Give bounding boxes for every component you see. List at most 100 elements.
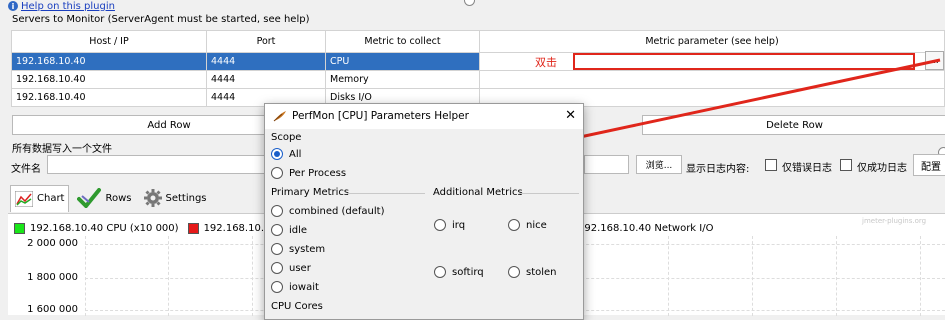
dialog-titlebar: PerfMon [CPU] Parameters Helper bbox=[273, 110, 469, 122]
column-header-parameter[interactable]: Metric parameter (see help) bbox=[479, 30, 945, 53]
additional-metric-label: softirq bbox=[452, 266, 484, 278]
cell-port[interactable]: 4444 bbox=[206, 70, 326, 89]
annotation-arrow bbox=[540, 58, 941, 149]
gridline bbox=[85, 236, 86, 316]
primary-metric-radio[interactable]: idle bbox=[271, 224, 307, 236]
column-header-port[interactable]: Port bbox=[206, 30, 326, 53]
tab-settings[interactable]: Settings bbox=[140, 187, 211, 209]
errors-only-checkbox[interactable] bbox=[765, 159, 777, 171]
chart-legend: 192.168.10.40 CPU (x10 000) 192.168.10.4… bbox=[14, 223, 296, 234]
tab-rows-label: Rows bbox=[105, 192, 132, 204]
y-tick-label: 1 800 000 bbox=[27, 272, 78, 283]
radio-icon bbox=[271, 281, 283, 293]
tab-settings-label: Settings bbox=[165, 192, 207, 204]
radio-icon bbox=[271, 262, 283, 274]
splitter-handle-top[interactable] bbox=[464, 0, 475, 6]
browse-button[interactable]: 浏览... bbox=[636, 155, 682, 174]
gridline bbox=[668, 236, 669, 316]
dialog-title: PerfMon [CPU] Parameters Helper bbox=[292, 110, 469, 122]
gridline bbox=[252, 236, 253, 316]
gridline bbox=[752, 236, 753, 316]
scope-all-label: All bbox=[289, 148, 302, 160]
scope-per-process-label: Per Process bbox=[289, 167, 347, 179]
view-tabs: Chart Rows Settings bbox=[10, 184, 211, 212]
legend-swatch-disks bbox=[187, 223, 199, 234]
filename-label: 文件名 bbox=[11, 164, 41, 175]
cell-host[interactable]: 192.168.10.40 bbox=[11, 88, 207, 107]
radio-icon bbox=[508, 219, 520, 231]
close-icon[interactable]: ✕ bbox=[565, 108, 576, 123]
additional-metric-label: irq bbox=[452, 219, 466, 231]
help-link-text[interactable]: Help on this plugin bbox=[21, 1, 115, 12]
errors-only-label: 仅错误日志 bbox=[782, 163, 832, 174]
radio-icon bbox=[271, 205, 283, 217]
y-tick-label: 1 600 000 bbox=[27, 304, 78, 315]
filename-input[interactable] bbox=[47, 155, 267, 174]
filename-input-tail[interactable] bbox=[584, 155, 629, 174]
info-icon: i bbox=[8, 1, 18, 11]
primary-metric-radio[interactable]: combined (default) bbox=[271, 205, 385, 217]
config-button[interactable]: 配置 bbox=[913, 154, 945, 176]
additional-metric-label: stolen bbox=[526, 266, 557, 278]
column-header-metric[interactable]: Metric to collect bbox=[325, 30, 480, 53]
cell-metric[interactable]: CPU bbox=[325, 52, 480, 71]
primary-metric-label: system bbox=[289, 243, 326, 255]
radio-selected-icon bbox=[271, 148, 283, 160]
legend-entry: 192.168.10.40 CPU (x10 000) bbox=[30, 223, 179, 234]
table-header-row: Host / IP Port Metric to collect Metric … bbox=[11, 30, 945, 53]
additional-metric-radio[interactable]: stolen bbox=[508, 266, 557, 278]
scope-all-radio[interactable]: All bbox=[271, 148, 301, 160]
radio-icon bbox=[271, 167, 283, 179]
primary-metric-label: combined (default) bbox=[289, 205, 385, 217]
primary-metric-radio[interactable]: iowait bbox=[271, 281, 319, 293]
cell-port[interactable]: 4444 bbox=[206, 52, 326, 71]
chart-watermark: jmeter-plugins.org bbox=[862, 217, 927, 225]
feather-icon bbox=[273, 111, 286, 122]
scope-per-process-radio[interactable]: Per Process bbox=[271, 167, 346, 179]
additional-metric-radio[interactable]: irq bbox=[434, 219, 465, 231]
show-log-label: 显示日志内容: bbox=[686, 164, 750, 175]
cell-host[interactable]: 192.168.10.40 bbox=[11, 52, 207, 71]
gear-icon bbox=[143, 189, 162, 207]
dialog-body: Scope All Per Process Primary Metrics co… bbox=[265, 129, 583, 319]
servers-section-title: Servers to Monitor (ServerAgent must be … bbox=[12, 14, 310, 25]
radio-icon bbox=[508, 266, 520, 278]
primary-metric-label: user bbox=[289, 262, 311, 274]
radio-icon bbox=[271, 243, 283, 255]
tab-chart-label: Chart bbox=[37, 193, 65, 204]
y-tick-label: 2 000 000 bbox=[27, 238, 78, 249]
cell-host[interactable]: 192.168.10.40 bbox=[11, 70, 207, 89]
primary-metric-label: idle bbox=[289, 224, 308, 236]
separator bbox=[519, 193, 579, 194]
cell-metric[interactable]: Memory bbox=[325, 70, 480, 89]
cpu-cores-title: CPU Cores bbox=[271, 301, 323, 312]
legend-swatch-cpu bbox=[14, 223, 25, 234]
primary-metric-radio[interactable]: system bbox=[271, 243, 325, 255]
tab-chart[interactable]: Chart bbox=[10, 184, 70, 212]
tab-rows[interactable]: Rows bbox=[73, 186, 135, 210]
column-header-host[interactable]: Host / IP bbox=[11, 30, 207, 53]
legend-entry: 192.168.10.40 Network I/O bbox=[578, 223, 714, 234]
scope-title: Scope bbox=[271, 132, 302, 143]
additional-metric-label: nice bbox=[526, 219, 547, 231]
radio-icon bbox=[434, 266, 446, 278]
chart-icon bbox=[15, 190, 33, 207]
radio-icon bbox=[434, 219, 446, 231]
primary-metrics-title: Primary Metrics bbox=[271, 187, 350, 198]
additional-metric-radio[interactable]: nice bbox=[508, 219, 547, 231]
gridline bbox=[168, 236, 169, 316]
gridline bbox=[836, 236, 837, 316]
primary-metric-radio[interactable]: user bbox=[271, 262, 311, 274]
separator bbox=[347, 193, 425, 194]
primary-metric-label: iowait bbox=[289, 281, 319, 293]
radio-icon bbox=[271, 224, 283, 236]
success-only-checkbox[interactable] bbox=[840, 159, 852, 171]
write-all-data-label: 所有数据写入一个文件 bbox=[12, 144, 112, 155]
checkmark-icon bbox=[77, 188, 102, 208]
success-only-label: 仅成功日志 bbox=[857, 163, 907, 174]
additional-metrics-title: Additional Metrics bbox=[433, 187, 523, 198]
help-link[interactable]: i Help on this plugin bbox=[8, 0, 115, 12]
additional-metric-radio[interactable]: softirq bbox=[434, 266, 484, 278]
gridline bbox=[920, 236, 921, 316]
parameters-helper-dialog: PerfMon [CPU] Parameters Helper ✕ Scope … bbox=[264, 103, 584, 320]
